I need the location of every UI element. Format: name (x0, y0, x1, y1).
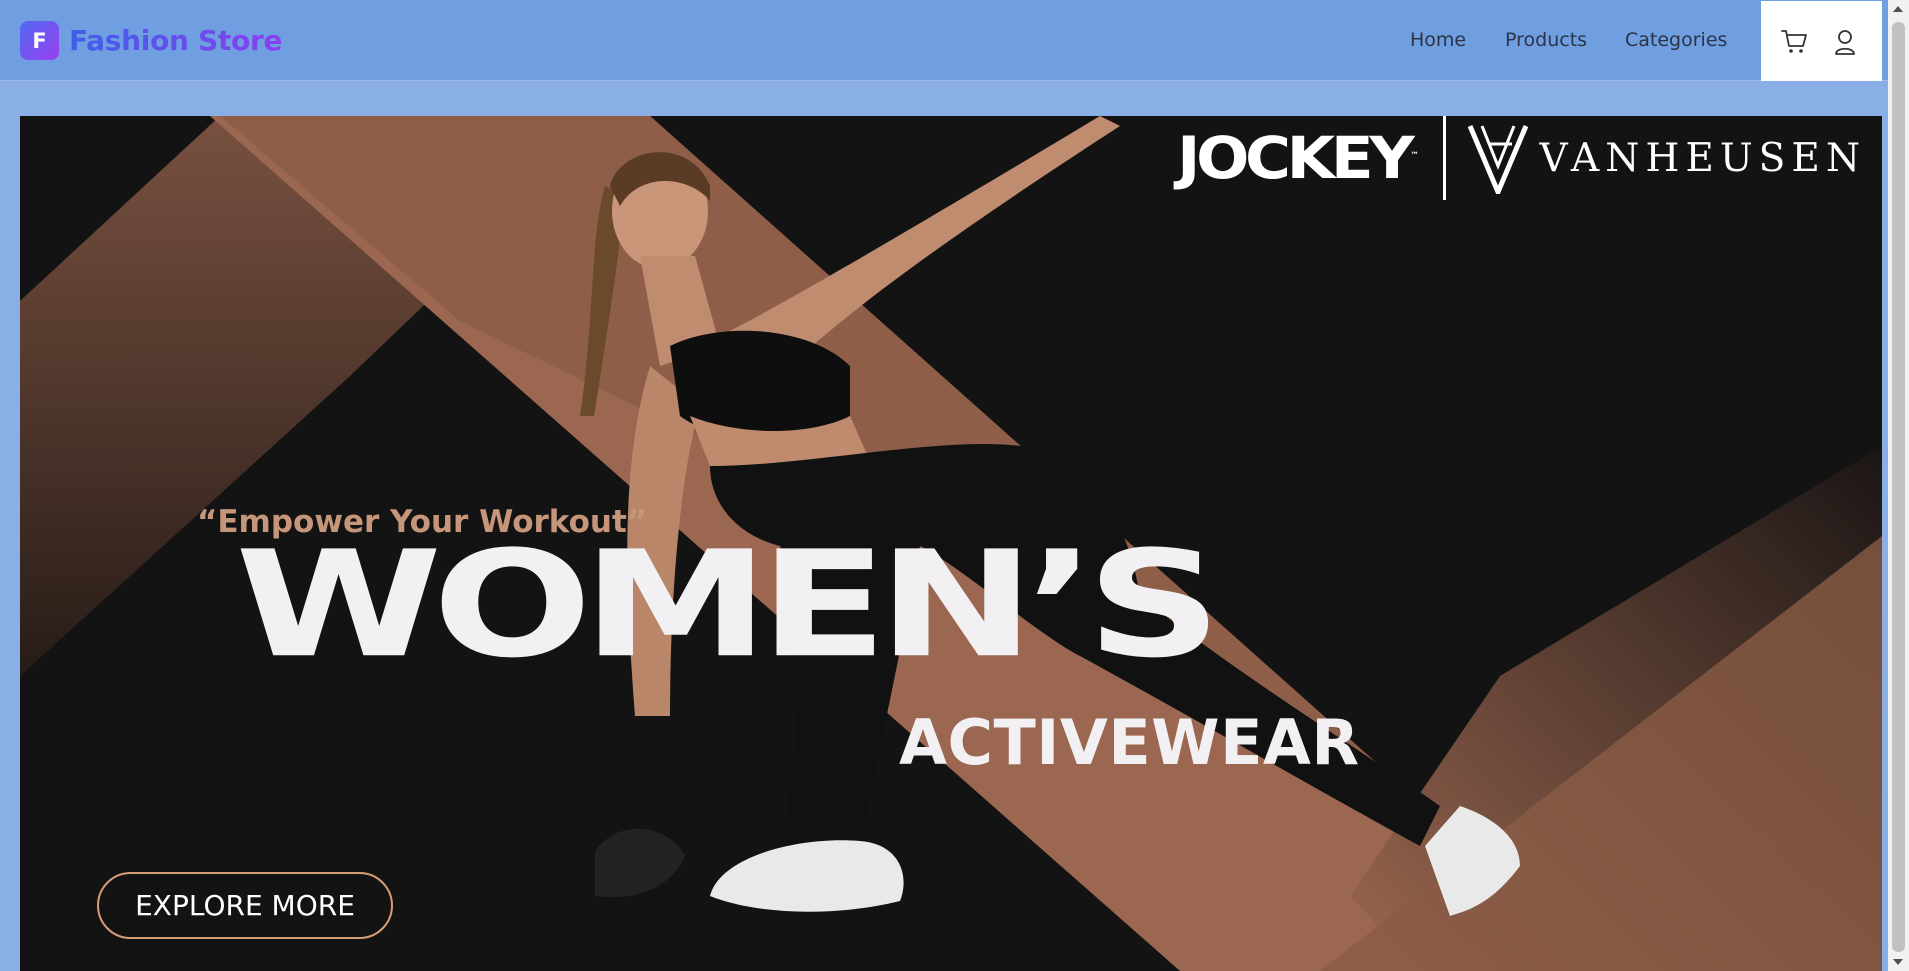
scroll-up-icon[interactable] (1893, 6, 1903, 12)
header-actions (1761, 1, 1882, 81)
brand-logos: JOCKEY™ VANHEUSEN (1177, 116, 1866, 200)
banner-subhead: ACTIVEWEAR (899, 706, 1360, 779)
scroll-thumb[interactable] (1892, 22, 1905, 952)
jockey-logo: JOCKEY™ (1177, 124, 1419, 192)
nav-home[interactable]: Home (1410, 29, 1466, 51)
logo-text: Fashion Store (69, 24, 283, 57)
page-scrollbar[interactable] (1888, 0, 1909, 971)
jockey-logo-text: JOCKEY (1176, 124, 1415, 192)
banner-headline: WOMEN’S (235, 519, 1222, 691)
jockey-trademark: ™ (1409, 150, 1419, 160)
athlete-figure (580, 116, 1520, 916)
scroll-down-icon[interactable] (1893, 959, 1903, 965)
explore-more-button[interactable]: EXPLORE MORE (97, 872, 393, 939)
nav-categories[interactable]: Categories (1625, 29, 1727, 51)
site-header: F Fashion Store Home Products Categories (0, 0, 1888, 81)
user-icon[interactable] (1828, 25, 1862, 59)
nav-products[interactable]: Products (1505, 29, 1587, 51)
vanheusen-mark-icon (1467, 125, 1528, 194)
brand-divider (1442, 116, 1446, 200)
cart-icon[interactable] (1778, 25, 1812, 59)
logo-badge: F (20, 21, 59, 60)
logo[interactable]: F Fashion Store (20, 21, 282, 60)
vanheusen-logo: VANHEUSEN (1539, 135, 1866, 181)
hero-banner: JOCKEY™ VANHEUSEN “Empower Your Workout”… (20, 116, 1882, 971)
